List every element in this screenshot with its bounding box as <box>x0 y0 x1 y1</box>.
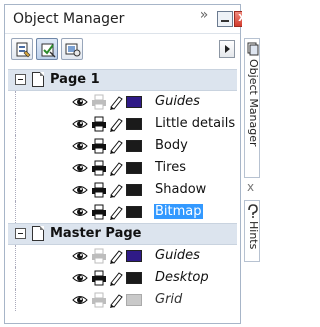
eye-icon[interactable] <box>72 270 88 289</box>
layer-name[interactable]: Shadow <box>154 182 207 197</box>
pencil-icon[interactable] <box>108 270 124 290</box>
flyout-arrow-icon[interactable] <box>219 40 235 58</box>
layer-name[interactable]: Body <box>154 138 189 153</box>
tab-hints[interactable]: Hints <box>244 200 260 262</box>
tree-connector <box>15 201 16 223</box>
pencil-icon[interactable] <box>108 182 124 202</box>
layer-row[interactable]: Bitmap <box>8 201 237 223</box>
pencil-icon[interactable] <box>108 160 124 180</box>
eye-icon[interactable] <box>72 116 88 135</box>
pencil-icon[interactable] <box>108 138 124 158</box>
layer-name[interactable]: Bitmap <box>154 204 203 219</box>
layer-row[interactable]: Tires <box>8 157 237 179</box>
object-manager-panel: Object Manager » X <box>4 4 250 324</box>
layer-row[interactable]: Little details <box>8 113 237 135</box>
layer-name[interactable]: Grid <box>154 292 183 307</box>
eye-icon[interactable] <box>72 94 88 113</box>
chevron-right-icon[interactable]: » <box>197 8 211 24</box>
tree-connector <box>15 91 16 113</box>
layer-row[interactable]: Shadow <box>8 179 237 201</box>
tree-connector <box>15 245 16 267</box>
layer-row[interactable]: Desktop <box>8 267 237 289</box>
pencil-icon[interactable] <box>108 204 124 224</box>
panel-title: Object Manager <box>13 11 125 27</box>
printer-icon[interactable] <box>91 160 107 180</box>
layer-color-swatch[interactable] <box>126 184 142 196</box>
tab-label: Hints <box>247 221 260 250</box>
layer-name[interactable]: Tires <box>154 160 187 175</box>
layer-name[interactable]: Little details <box>154 116 236 131</box>
tree-connector <box>15 135 16 157</box>
printer-icon[interactable] <box>91 270 107 290</box>
dock-close-icon[interactable]: x <box>247 180 254 194</box>
printer-icon[interactable] <box>91 248 107 268</box>
pencil-icon[interactable] <box>108 292 124 312</box>
layer-name[interactable]: Guides <box>154 248 201 263</box>
eye-icon[interactable] <box>72 160 88 179</box>
tree-connector <box>15 113 16 135</box>
printer-icon[interactable] <box>91 182 107 202</box>
layer-color-swatch[interactable] <box>126 272 142 284</box>
eye-icon[interactable] <box>72 182 88 201</box>
eye-icon[interactable] <box>72 204 88 223</box>
layer-name[interactable]: Guides <box>154 94 201 109</box>
hints-tab-icon <box>248 204 258 218</box>
right-dock-tabs: Object Manager x Hints <box>242 4 261 324</box>
eye-icon[interactable] <box>72 248 88 267</box>
minimize-icon[interactable] <box>217 11 233 27</box>
page-icon <box>32 72 44 87</box>
layer-tree: Page 1 Guides Little details Body Tires Shad… <box>8 69 237 311</box>
page-icon <box>32 226 44 241</box>
layer-color-swatch[interactable] <box>126 96 142 108</box>
layer-color-swatch[interactable] <box>126 250 142 262</box>
layer-row[interactable]: Guides <box>8 91 237 113</box>
layer-color-swatch[interactable] <box>126 140 142 152</box>
printer-icon[interactable] <box>91 94 107 114</box>
layer-row[interactable]: Body <box>8 135 237 157</box>
printer-icon[interactable] <box>91 204 107 224</box>
layer-row[interactable]: Grid <box>8 289 237 311</box>
printer-icon[interactable] <box>91 292 107 312</box>
page-header-master-page[interactable]: Master Page <box>8 223 237 245</box>
tree-connector <box>15 179 16 201</box>
layer-color-swatch[interactable] <box>126 294 142 306</box>
collapse-icon[interactable] <box>15 74 26 85</box>
object-manager-tab-icon <box>247 42 259 56</box>
layer-manager-view-icon[interactable] <box>61 38 83 60</box>
collapse-icon[interactable] <box>15 228 26 239</box>
page-header-page-1[interactable]: Page 1 <box>8 69 237 91</box>
layer-color-swatch[interactable] <box>126 162 142 174</box>
layer-color-swatch[interactable] <box>126 118 142 130</box>
page-label: Master Page <box>50 226 142 241</box>
eye-icon[interactable] <box>72 138 88 157</box>
pencil-icon[interactable] <box>108 248 124 268</box>
eye-icon[interactable] <box>72 292 88 311</box>
tree-connector <box>15 267 16 289</box>
printer-icon[interactable] <box>91 116 107 136</box>
layer-name[interactable]: Desktop <box>154 270 210 285</box>
edit-across-layers-icon[interactable] <box>36 38 58 60</box>
title-bar[interactable]: Object Manager » X <box>5 5 250 34</box>
page-label: Page 1 <box>50 72 100 87</box>
layer-color-swatch[interactable] <box>126 206 142 218</box>
show-properties-icon[interactable] <box>11 38 33 60</box>
layer-row[interactable]: Guides <box>8 245 237 267</box>
pencil-icon[interactable] <box>108 94 124 114</box>
printer-icon[interactable] <box>91 138 107 158</box>
pencil-icon[interactable] <box>108 116 124 136</box>
object-manager-docker: Object Manager » X <box>0 0 261 327</box>
tree-connector <box>15 289 16 311</box>
toolbar <box>5 35 240 65</box>
tab-object-manager[interactable]: Object Manager <box>244 38 260 178</box>
tree-connector <box>15 157 16 179</box>
tab-label: Object Manager <box>247 59 260 147</box>
